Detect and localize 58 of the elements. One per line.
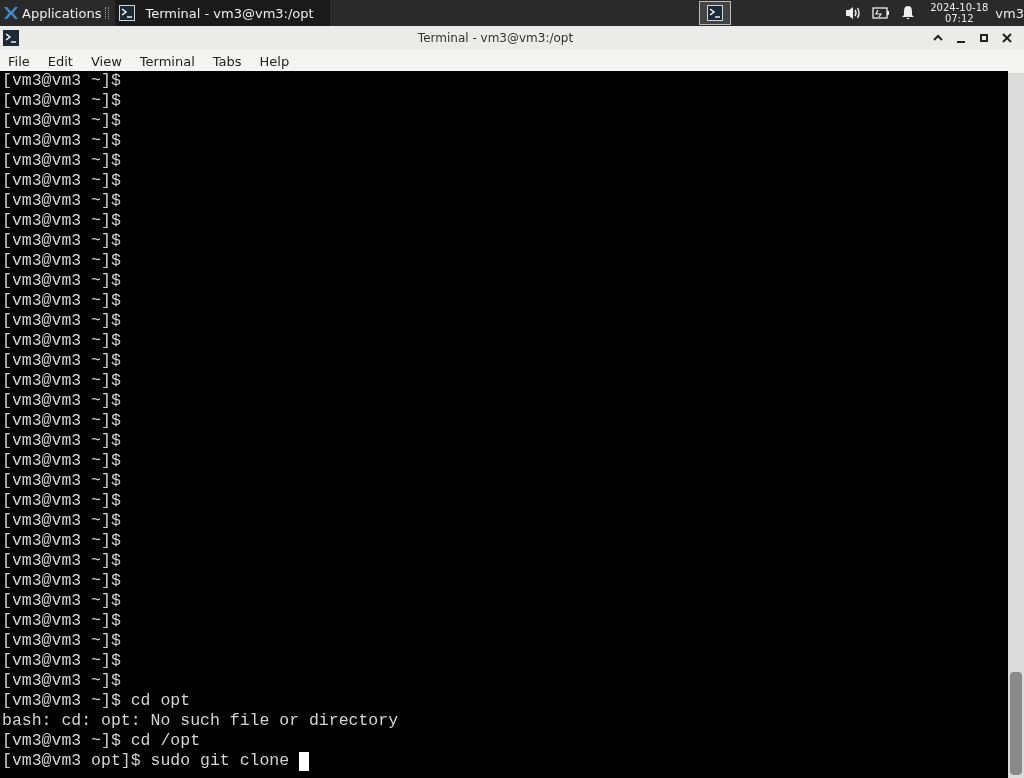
terminal-line: [vm3@vm3 ~]$ xyxy=(2,431,121,451)
terminal-line: [vm3@vm3 ~]$ xyxy=(2,651,121,671)
terminal-line: [vm3@vm3 ~]$ xyxy=(2,591,121,611)
user-name[interactable]: vm3 xyxy=(995,5,1024,21)
terminal-line: [vm3@vm3 ~]$ xyxy=(2,611,121,631)
terminal-line: [vm3@vm3 ~]$ xyxy=(2,391,121,411)
close-button[interactable] xyxy=(1001,31,1013,44)
terminal-line: [vm3@vm3 ~]$ xyxy=(2,351,121,371)
terminal-line: [vm3@vm3 ~]$ xyxy=(2,631,121,651)
terminal-line: [vm3@vm3 ~]$ xyxy=(2,471,121,491)
maximize-button[interactable] xyxy=(978,31,990,44)
terminal-launcher-button[interactable] xyxy=(699,1,732,25)
terminal-line: [vm3@vm3 ~]$ xyxy=(2,671,121,691)
menu-item[interactable]: File xyxy=(0,53,39,69)
terminal-line: [vm3@vm3 ~]$ xyxy=(2,411,121,431)
terminal-line: [vm3@vm3 ~]$ xyxy=(2,111,121,131)
terminal-line: [vm3@vm3 ~]$ xyxy=(2,251,121,271)
clock-time: 07:12 xyxy=(944,13,974,24)
terminal-icon xyxy=(119,5,136,21)
panel-handle-icon[interactable] xyxy=(105,7,110,19)
terminal-line: [vm3@vm3 ~]$ xyxy=(2,371,121,391)
applications-menu[interactable]: Applications xyxy=(22,5,102,21)
terminal-line: [vm3@vm3 ~]$ xyxy=(2,511,121,531)
terminal-line: bash: cd: opt: No such file or directory xyxy=(2,711,399,731)
terminal-line: [vm3@vm3 ~]$ xyxy=(2,291,121,311)
menu-item[interactable]: Tabs xyxy=(203,53,251,69)
apps-menu-icon[interactable] xyxy=(3,5,19,21)
menu-item[interactable]: View xyxy=(81,53,131,69)
terminal-line: [vm3@vm3 ~]$ xyxy=(2,531,121,551)
menu-item[interactable]: Edit xyxy=(38,53,82,69)
terminal-line: [vm3@vm3 ~]$ xyxy=(2,551,121,571)
terminal-icon xyxy=(707,5,724,21)
terminal-line: [vm3@vm3 ~]$ xyxy=(2,91,121,111)
terminal-line: [vm3@vm3 ~]$ xyxy=(2,171,121,191)
scrollbar-thumb[interactable] xyxy=(1010,672,1022,775)
terminal-line: [vm3@vm3 ~]$ xyxy=(2,151,121,171)
clock-date: 2024-10-18 xyxy=(930,2,989,13)
terminal-line: [vm3@vm3 ~]$ xyxy=(2,311,121,331)
terminal-line: [vm3@vm3 ~]$ xyxy=(2,451,121,471)
window-title: Terminal - vm3@vm3:/opt xyxy=(417,30,574,45)
terminal-line: [vm3@vm3 ~]$ xyxy=(2,231,121,251)
terminal-line: [vm3@vm3 ~]$ xyxy=(2,71,121,91)
terminal-line: [vm3@vm3 ~]$ xyxy=(2,271,121,291)
terminal-icon xyxy=(3,29,19,46)
terminal-line: [vm3@vm3 ~]$ xyxy=(2,211,121,231)
terminal-line: [vm3@vm3 ~]$ xyxy=(2,331,121,351)
terminal-line: [vm3@vm3 ~]$ cd /opt xyxy=(2,731,201,751)
terminal-line: [vm3@vm3 ~]$ xyxy=(2,191,121,211)
terminal-line: [vm3@vm3 ~]$ cd opt xyxy=(2,691,191,711)
vertical-scrollbar[interactable] xyxy=(1008,74,1024,778)
battery-icon[interactable] xyxy=(872,5,891,21)
menu-item[interactable]: Help xyxy=(250,53,299,69)
menu-item[interactable]: Terminal xyxy=(130,53,204,69)
terminal-line: [vm3@vm3 ~]$ xyxy=(2,131,121,151)
terminal-line: [vm3@vm3 ~]$ xyxy=(2,571,121,591)
taskbar-button[interactable]: Terminal - vm3@vm3:/opt xyxy=(115,0,330,26)
terminal-line: [vm3@vm3 ~]$ xyxy=(2,491,121,511)
terminal-line: [vm3@vm3 opt]$ sudo git clone xyxy=(2,751,290,771)
